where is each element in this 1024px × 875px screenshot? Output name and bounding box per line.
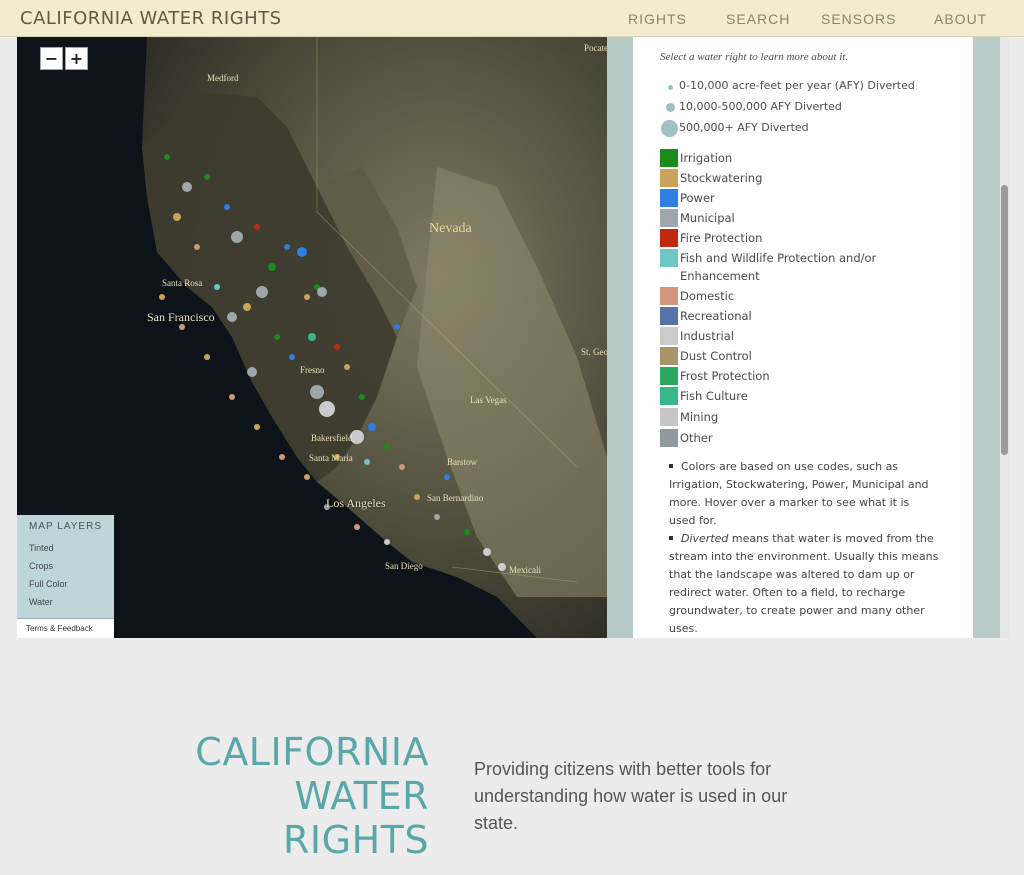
legend-swatch <box>660 287 678 305</box>
nav-search[interactable]: SEARCH <box>726 11 790 27</box>
sidebar-left-edge <box>607 37 633 638</box>
layer-option-water[interactable]: Water <box>17 593 114 611</box>
sidebar-right-edge <box>973 37 1000 638</box>
map-label-nevada: Nevada <box>429 221 472 236</box>
size-medium-dot <box>666 103 675 112</box>
map-label-los-angeles: Los Angeles <box>326 496 386 510</box>
zoom-out-button[interactable]: − <box>40 47 63 70</box>
legend-label: Frost Protection <box>680 369 770 383</box>
map-label-barstow: Barstow <box>447 457 477 467</box>
legend-label: Fire Protection <box>680 231 763 245</box>
legend-swatch <box>660 229 678 247</box>
size-small-dot <box>668 85 673 90</box>
note-diverted-term: Diverted <box>681 532 729 545</box>
hero-title-line: WATER <box>294 774 429 818</box>
zoom-in-button[interactable]: + <box>65 47 88 70</box>
map-label-fresno: Fresno <box>300 365 325 375</box>
water-rights-map[interactable]: − + Pocatello Medford Nevada Santa Rosa … <box>17 37 633 638</box>
map-layers-title: MAP LAYERS <box>29 521 102 532</box>
legend-swatch <box>660 429 678 447</box>
map-label-bakersfield: Bakersfield <box>311 433 353 443</box>
size-small-label: 0-10,000 acre-feet per year (AFY) Divert… <box>679 79 915 92</box>
legend-label: Irrigation <box>680 151 733 165</box>
map-label-medford: Medford <box>207 73 239 83</box>
size-medium-label: 10,000-500,000 AFY Diverted <box>679 100 842 113</box>
legend-swatch <box>660 189 678 207</box>
map-label-las-vegas: Las Vegas <box>470 395 507 405</box>
bullet-icon <box>669 464 673 468</box>
map-label-santa-maria: Santa Maria <box>309 453 353 463</box>
legend-sidebar: Select a water right to learn more about… <box>633 37 973 638</box>
size-large-label: 500,000+ AFY Diverted <box>679 121 809 134</box>
hero-title: CALIFORNIA WATER RIGHTS <box>195 730 429 862</box>
map-label-san-diego: San Diego <box>385 561 423 571</box>
map-label-san-francisco: San Francisco <box>147 310 215 324</box>
legend-swatch <box>660 249 678 267</box>
note-diverted-text: means that water is moved from the strea… <box>669 532 939 635</box>
legend-swatch <box>660 307 678 325</box>
terms-feedback-link[interactable]: Terms & Feedback <box>17 618 114 638</box>
legend-label: Industrial <box>680 329 734 343</box>
top-navbar: CALIFORNIA WATER RIGHTS RIGHTS SEARCH SE… <box>0 0 1024 37</box>
nav-rights[interactable]: RIGHTS <box>628 11 687 27</box>
hero-section: CALIFORNIA WATER RIGHTS Providing citize… <box>0 638 1024 875</box>
legend-label: Mining <box>680 410 719 424</box>
layer-option-full-color[interactable]: Full Color <box>17 575 114 593</box>
bullet-icon <box>669 536 673 540</box>
map-label-san-bernardino: San Bernardino <box>427 493 484 503</box>
hero-title-line: RIGHTS <box>283 818 429 862</box>
nav-about[interactable]: ABOUT <box>934 11 987 27</box>
nav-sensors[interactable]: SENSORS <box>821 11 896 27</box>
legend-swatch <box>660 387 678 405</box>
legend-label: Fish and Wildlife Protection and/or Enha… <box>680 251 877 283</box>
sidebar-intro: Select a water right to learn more about… <box>660 51 849 63</box>
note-diverted: Diverted means that water is moved from … <box>669 530 939 638</box>
page-scrollbar-thumb[interactable] <box>1001 185 1008 455</box>
legend-label: Power <box>680 191 715 205</box>
layer-option-tinted[interactable]: Tinted <box>17 539 114 557</box>
legend-swatch <box>660 327 678 345</box>
legend-label: Municipal <box>680 211 735 225</box>
legend-label: Recreational <box>680 309 752 323</box>
note-colors-text: Colors are based on use codes, such as I… <box>669 460 929 527</box>
legend-label: Domestic <box>680 289 735 303</box>
legend-label: Other <box>680 431 713 445</box>
layer-option-crops[interactable]: Crops <box>17 557 114 575</box>
site-brand[interactable]: CALIFORNIA WATER RIGHTS <box>20 8 282 29</box>
map-label-santa-rosa: Santa Rosa <box>162 278 203 288</box>
legend-swatch <box>660 367 678 385</box>
legend-label: Stockwatering <box>680 171 763 185</box>
hero-tagline: Providing citizens with better tools for… <box>474 759 788 833</box>
legend-label: Dust Control <box>680 349 752 363</box>
note-colors: Colors are based on use codes, such as I… <box>669 458 939 530</box>
map-layers-panel: MAP LAYERS Tinted Crops Full Color Water… <box>17 515 114 638</box>
legend-swatch <box>660 408 678 426</box>
hero-title-line: CALIFORNIA <box>195 730 429 774</box>
legend-swatch <box>660 347 678 365</box>
legend-swatch <box>660 209 678 227</box>
legend-label: Fish Culture <box>680 389 748 403</box>
map-label-mexicali: Mexicali <box>509 565 541 575</box>
sidebar-notes: Colors are based on use codes, such as I… <box>669 458 939 638</box>
size-large-dot <box>661 120 678 137</box>
legend-swatch <box>660 149 678 167</box>
legend-swatch <box>660 169 678 187</box>
